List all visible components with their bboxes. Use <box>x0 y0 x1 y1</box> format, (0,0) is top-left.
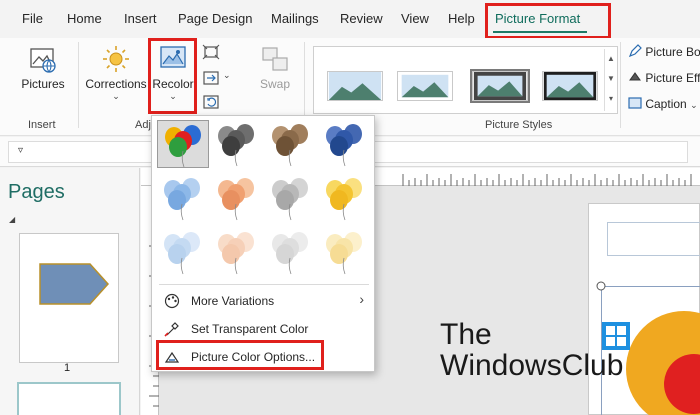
thumbnail-shape <box>39 263 110 305</box>
windows-logo-icon <box>602 322 630 350</box>
recolor-swatch-brown[interactable] <box>265 120 317 168</box>
menu-home[interactable]: Home <box>67 11 102 26</box>
recolor-swatch-pale-yellow[interactable] <box>319 228 371 276</box>
recolor-swatch-blue-dark[interactable] <box>319 120 371 168</box>
menu-bar: File Home Insert Page Design Mailings Re… <box>0 0 700 39</box>
pictures-icon <box>30 48 56 73</box>
balloon-image[interactable] <box>589 204 700 415</box>
picture-border-button[interactable]: Picture Bo <box>628 44 700 59</box>
document-page[interactable] <box>588 203 700 415</box>
caption-button[interactable]: Caption ⌄ <box>628 96 698 111</box>
page-number: 1 <box>64 362 71 374</box>
insert-group-label: Insert <box>28 119 56 131</box>
recolor-swatch-pale-orange[interactable] <box>211 228 263 276</box>
gallery-scroll[interactable]: ▲ ▼ ▾ <box>604 49 617 111</box>
picture-style-1[interactable] <box>327 71 383 101</box>
menu-insert[interactable]: Insert <box>124 11 157 26</box>
change-picture-icon[interactable] <box>202 70 220 86</box>
dropdown-separator <box>159 284 369 285</box>
picture-border-label: Picture Bo <box>645 45 700 59</box>
balloons-icon <box>164 232 200 275</box>
picture-effects-button[interactable]: Picture Eff <box>628 70 700 85</box>
adjust-group-label: Adj <box>135 119 151 131</box>
recolor-swatch-gray-dark[interactable] <box>211 120 263 168</box>
palette-icon <box>164 293 180 309</box>
compress-pictures-icon[interactable] <box>202 44 220 60</box>
picture-style-2[interactable] <box>397 71 453 101</box>
recolor-swatch-pale-blue[interactable] <box>157 228 209 276</box>
balloons-icon <box>218 178 254 221</box>
more-variations-label: More Variations <box>191 294 275 308</box>
balloons-icon <box>272 124 308 167</box>
watermark-line1: The <box>440 318 492 351</box>
recolor-dropdown: More Variations › Set Transparent Color … <box>151 115 375 372</box>
picture-effects-label: Picture Eff <box>645 71 700 85</box>
balloons-icon <box>218 232 254 275</box>
watermark-line2: WindowsClub <box>440 349 624 382</box>
set-transparent-color-item[interactable]: Set Transparent Color <box>158 317 370 341</box>
chevron-down-icon: ⌄ <box>690 100 698 110</box>
chevron-right-icon: › <box>359 291 364 307</box>
effects-icon <box>629 72 641 81</box>
highlight-recolor <box>148 38 197 114</box>
menu-file[interactable]: File <box>22 11 43 26</box>
menu-page-design[interactable]: Page Design <box>178 11 252 26</box>
chevron-down-icon: ⌄ <box>112 91 120 101</box>
picture-styles-gallery: ▲ ▼ ▾ <box>313 46 618 114</box>
caption-icon <box>628 97 642 109</box>
swap-label: Swap <box>259 77 291 91</box>
customize-icon[interactable]: ▿ <box>18 145 23 156</box>
more-variations-item[interactable]: More Variations › <box>158 289 370 313</box>
pages-title: Pages <box>8 181 65 203</box>
balloons-icon <box>218 124 254 167</box>
ribbon-separator <box>78 42 79 128</box>
caption-label: Caption <box>645 97 687 111</box>
recolor-swatch-gray[interactable] <box>265 174 317 222</box>
ribbon-separator <box>620 42 621 128</box>
sun-icon <box>103 46 129 72</box>
set-transparent-color-label: Set Transparent Color <box>191 322 309 336</box>
chevron-down-icon[interactable]: ⌄ <box>223 70 231 81</box>
balloons-icon <box>272 232 308 275</box>
balloons-icon <box>326 232 362 275</box>
highlight-picture-format <box>485 3 611 39</box>
balloons-icon <box>165 125 201 168</box>
balloons-icon <box>326 124 362 167</box>
menu-review[interactable]: Review <box>340 11 383 26</box>
recolor-swatch-pale-gray[interactable] <box>265 228 317 276</box>
balloons-icon <box>326 178 362 221</box>
page-thumbnail-selected[interactable] <box>17 382 121 415</box>
balloons-icon <box>272 178 308 221</box>
highlight-picture-color-options <box>156 340 324 370</box>
menu-mailings[interactable]: Mailings <box>271 11 319 26</box>
pictures-label: Pictures <box>21 77 65 91</box>
recolor-swatch-light-blue[interactable] <box>157 174 209 222</box>
menu-view[interactable]: View <box>401 11 429 26</box>
picture-style-4[interactable] <box>542 71 598 101</box>
menu-help[interactable]: Help <box>448 11 475 26</box>
collapse-icon[interactable]: ◢ <box>9 215 15 224</box>
picture-style-3[interactable] <box>470 69 530 103</box>
corrections-label: Corrections <box>85 77 147 91</box>
reset-picture-icon[interactable] <box>202 94 220 110</box>
swap-button[interactable]: Swap <box>254 44 296 91</box>
page-thumbnail[interactable] <box>19 233 119 363</box>
pictures-button[interactable]: Pictures <box>18 44 68 91</box>
recolor-swatch-orange[interactable] <box>211 174 263 222</box>
picture-styles-label: Picture Styles <box>485 119 553 131</box>
transparent-color-icon <box>164 322 179 337</box>
pages-panel: Pages ◢ 1 <box>0 168 140 415</box>
recolor-swatch-yellow[interactable] <box>319 174 371 222</box>
swap-icon <box>262 47 288 71</box>
balloons-icon <box>164 178 200 221</box>
pen-icon <box>628 44 642 58</box>
recolor-swatch-multicolor[interactable] <box>157 120 209 168</box>
corrections-button[interactable]: Corrections ⌄ <box>84 44 148 102</box>
